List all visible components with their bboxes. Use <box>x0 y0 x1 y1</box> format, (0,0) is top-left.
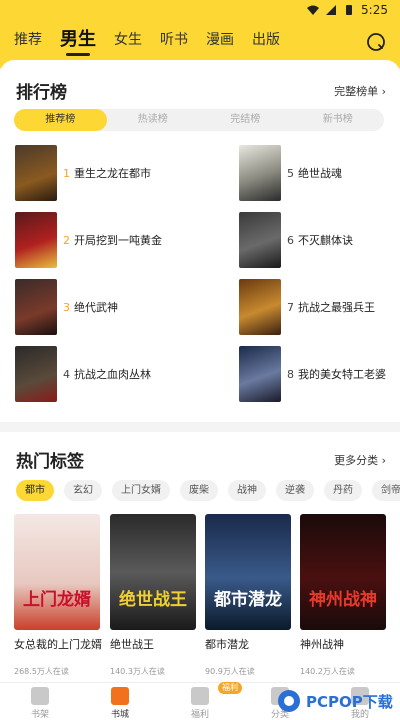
tab-publish[interactable]: 出版 <box>252 30 280 50</box>
nav-label: 书城 <box>110 710 129 720</box>
book-card[interactable]: 神州战神 神州战神 140.2万人在读 <box>300 514 386 677</box>
bookshelf-icon <box>31 687 49 705</box>
cover-title: 上门龙婿 <box>23 590 91 610</box>
book-cover: 神州战神 <box>300 514 386 630</box>
rank-book-title: 绝世战魂 <box>298 167 342 180</box>
status-icons: 5:25 <box>307 3 388 17</box>
rank-book-title: 重生之龙在都市 <box>74 167 151 180</box>
tag-chip[interactable]: 废柴 <box>180 480 218 501</box>
rank-number: 2 <box>63 234 70 247</box>
tab-female[interactable]: 女生 <box>114 30 142 50</box>
search-icon[interactable] <box>366 32 386 52</box>
ranking-section: 排行榜 完整榜单 › 推荐榜 热读榜 完结榜 新书榜 1 重生之龙在都市 2 开局挖… <box>0 60 400 422</box>
more-categories-link[interactable]: 更多分类 › <box>334 452 386 468</box>
tag-chip[interactable]: 丹药 <box>324 480 362 501</box>
welfare-badge: 福利 <box>218 682 242 694</box>
book-cover <box>15 145 57 201</box>
nav-label: 书架 <box>30 710 49 720</box>
rank-item[interactable]: 6 不灭麒体诀 <box>239 212 400 268</box>
book-cover <box>239 346 281 402</box>
reader-count: 140.2万人在读 <box>300 667 355 676</box>
rank-book-title: 抗战之血肉丛林 <box>74 368 151 381</box>
status-bar: 5:25 <box>0 0 400 22</box>
rank-book-title: 开局挖到一吨黄金 <box>74 234 162 247</box>
rank-number: 5 <box>287 167 294 180</box>
book-title: 女总裁的上门龙婿 <box>14 638 102 651</box>
tag-chip[interactable]: 玄幻 <box>64 480 102 501</box>
hot-tags-section: 热门标签 更多分类 › 都市 玄幻 上门女婿 废柴 战神 逆袭 丹药 剑帝 上门… <box>0 432 400 682</box>
rank-number: 3 <box>63 301 70 314</box>
signal-icon <box>326 5 337 15</box>
hot-tags-title: 热门标签 <box>16 452 84 472</box>
cover-title: 都市潜龙 <box>214 590 282 610</box>
wifi-icon <box>307 5 320 15</box>
book-title: 神州战神 <box>300 638 344 651</box>
reader-count: 268.5万人在读 <box>14 667 69 676</box>
tag-chip[interactable]: 战神 <box>228 480 266 501</box>
gift-icon <box>191 687 209 705</box>
rank-item[interactable]: 4 抗战之血肉丛林 <box>15 346 195 402</box>
book-cover <box>15 212 57 268</box>
cover-title: 绝世战王 <box>119 590 187 610</box>
rank-number: 7 <box>287 301 294 314</box>
book-cover: 绝世战王 <box>110 514 196 630</box>
tag-chip[interactable]: 逆袭 <box>276 480 314 501</box>
rank-item[interactable]: 8 我的美女特工老婆 <box>239 346 400 402</box>
tag-list: 都市 玄幻 上门女婿 废柴 战神 逆袭 丹药 剑帝 <box>16 480 400 501</box>
category-tabs: 推荐 男生 女生 听书 漫画 出版 <box>14 30 280 56</box>
watermark: PCPOP下载 <box>276 682 400 720</box>
book-cover: 上门龙婿 <box>14 514 100 630</box>
rank-tab-hot[interactable]: 热读榜 <box>107 109 200 131</box>
book-card[interactable]: 都市潜龙 都市潜龙 90.9万人在读 <box>205 514 291 677</box>
cover-title: 神州战神 <box>309 590 377 610</box>
reader-count: 140.3万人在读 <box>110 667 165 676</box>
rank-item[interactable]: 2 开局挖到一吨黄金 <box>15 212 195 268</box>
rank-number: 1 <box>63 167 70 180</box>
rank-number: 4 <box>63 368 70 381</box>
full-ranking-link[interactable]: 完整榜单 › <box>334 83 386 99</box>
tag-chip[interactable]: 剑帝 <box>372 480 400 501</box>
reader-count: 90.9万人在读 <box>205 667 255 676</box>
tag-chip[interactable]: 上门女婿 <box>112 480 170 501</box>
battery-icon <box>346 5 353 15</box>
rank-book-title: 抗战之最强兵王 <box>298 301 375 314</box>
ranking-tabs: 推荐榜 热读榜 完结榜 新书榜 <box>14 109 384 131</box>
watermark-logo <box>278 690 300 712</box>
rank-tab-new[interactable]: 新书榜 <box>292 109 385 131</box>
rank-item[interactable]: 5 绝世战魂 <box>239 145 400 201</box>
rank-tab-finished[interactable]: 完结榜 <box>199 109 292 131</box>
book-cover <box>239 212 281 268</box>
tab-comic[interactable]: 漫画 <box>206 30 234 50</box>
tag-chip[interactable]: 都市 <box>16 480 54 501</box>
book-cover <box>15 279 57 335</box>
watermark-text: PCPOP下载 <box>306 692 393 711</box>
book-cover: 都市潜龙 <box>205 514 291 630</box>
rank-number: 6 <box>287 234 294 247</box>
bookstore-icon <box>111 687 129 705</box>
rank-book-title: 不灭麒体诀 <box>298 234 353 247</box>
tab-recommend[interactable]: 推荐 <box>14 30 42 50</box>
nav-bookshelf[interactable]: 书架 <box>20 687 60 720</box>
book-title: 都市潜龙 <box>205 638 249 651</box>
nav-label: 福利 <box>190 710 209 720</box>
tab-male[interactable]: 男生 <box>60 30 96 56</box>
ranking-title: 排行榜 <box>16 83 67 103</box>
nav-bookstore[interactable]: 书城 <box>100 687 140 720</box>
book-card[interactable]: 上门龙婿 女总裁的上门龙婿 268.5万人在读 <box>14 514 102 677</box>
book-cover <box>15 346 57 402</box>
rank-item[interactable]: 3 绝代武神 <box>15 279 195 335</box>
book-cover <box>239 279 281 335</box>
rank-item[interactable]: 1 重生之龙在都市 <box>15 145 195 201</box>
rank-book-title: 绝代武神 <box>74 301 118 314</box>
status-time: 5:25 <box>361 3 388 17</box>
rank-number: 8 <box>287 368 294 381</box>
rank-item[interactable]: 7 抗战之最强兵王 <box>239 279 400 335</box>
rank-book-title: 我的美女特工老婆 <box>298 368 386 381</box>
nav-welfare[interactable]: 福利 <box>180 687 220 720</box>
book-title: 绝世战王 <box>110 638 154 651</box>
book-card[interactable]: 绝世战王 绝世战王 140.3万人在读 <box>110 514 196 677</box>
tab-audiobook[interactable]: 听书 <box>160 30 188 50</box>
rank-tab-recommend[interactable]: 推荐榜 <box>14 109 107 131</box>
book-cover <box>239 145 281 201</box>
